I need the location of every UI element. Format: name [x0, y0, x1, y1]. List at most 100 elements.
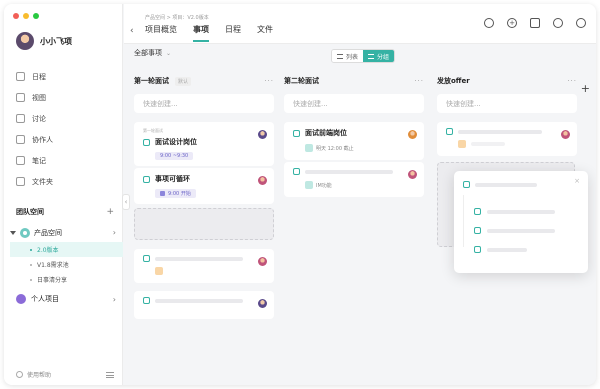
task-card[interactable]: 事项可循环 9:00 开始 — [134, 168, 274, 204]
space-product[interactable]: 产品空间 › — [10, 224, 116, 241]
placeholder-line — [458, 129, 542, 134]
quick-create-input[interactable]: 快速创建... — [437, 94, 577, 113]
discussion-icon — [16, 114, 25, 123]
task-card[interactable] — [134, 291, 274, 319]
filter-dropdown[interactable]: 全部事项 ⌄ — [134, 48, 171, 58]
tab-schedule[interactable]: 日程 — [225, 24, 241, 42]
placeholder-line — [305, 169, 393, 174]
window-controls — [13, 13, 39, 19]
folder-icon — [16, 177, 25, 186]
task-card[interactable] — [437, 122, 577, 156]
task-checkbox[interactable] — [293, 168, 300, 175]
view-toggle: 列表 分组 — [331, 49, 396, 63]
dragging-card-preview[interactable]: × — [454, 171, 588, 273]
quick-create-input[interactable]: 快速创建... — [134, 94, 274, 113]
tab-bar: 项目概览 事项 日程 文件 — [145, 24, 273, 42]
menu-icon[interactable] — [106, 371, 114, 378]
assignee-avatar[interactable] — [258, 130, 267, 139]
task-checkbox[interactable] — [143, 255, 150, 262]
column-title: 第二轮面试 — [284, 77, 319, 85]
help-icon — [16, 371, 23, 378]
view-icon — [16, 93, 25, 102]
project-item-v18[interactable]: V1.8需求池 — [10, 257, 123, 272]
view-list-button[interactable]: 列表 — [332, 50, 364, 62]
task-checkbox[interactable] — [446, 128, 453, 135]
assignee-avatar[interactable] — [258, 257, 267, 266]
project-list: 2.0版本 V1.8需求池 日事清分享 — [10, 242, 123, 287]
minimize-window-button[interactable] — [23, 13, 29, 19]
chevron-right-icon[interactable]: › — [113, 228, 116, 237]
more-icon[interactable]: ··· — [264, 77, 274, 85]
task-checkbox[interactable] — [143, 297, 150, 304]
sidebar-item-notes[interactable]: 笔记 — [16, 150, 116, 171]
chevron-right-icon[interactable]: › — [113, 295, 116, 304]
task-checkbox[interactable] — [143, 138, 150, 146]
assignee-avatar[interactable] — [258, 176, 267, 185]
column-title: 发放offer — [437, 77, 470, 85]
assignee-avatar[interactable] — [258, 299, 267, 308]
sidebar-footer: 使用帮助 — [16, 370, 114, 379]
placeholder-line — [475, 182, 537, 187]
maximize-window-button[interactable] — [33, 13, 39, 19]
add-column-icon[interactable]: + — [581, 82, 590, 95]
assignee-avatar[interactable] — [561, 130, 570, 139]
card-label: IM功能 — [316, 182, 332, 189]
subtask-checkbox[interactable] — [474, 246, 481, 253]
placeholder-line — [487, 228, 555, 233]
task-checkbox[interactable] — [143, 175, 150, 183]
task-checkbox[interactable] — [463, 181, 470, 188]
top-actions: + — [484, 18, 586, 28]
project-item-v2[interactable]: 2.0版本 — [10, 242, 123, 257]
card-time: 9:00 开始 — [168, 191, 191, 197]
project-label: V1.8需求池 — [37, 262, 69, 269]
note-icon — [16, 156, 25, 165]
time-chip: 9:00 开始 — [155, 189, 196, 198]
breadcrumb[interactable]: 产品空间 > 项目：V2.0版本 — [145, 14, 209, 21]
card-time: 明天 12:00 截止 — [316, 145, 354, 152]
subtask-checkbox[interactable] — [474, 227, 481, 234]
sidebar-item-view[interactable]: 视图 — [16, 87, 116, 108]
team-space-title: 团队空间 — [16, 208, 44, 216]
personal-projects[interactable]: 个人项目 › — [16, 294, 116, 304]
add-space-icon[interactable]: + — [106, 207, 114, 217]
task-card[interactable] — [134, 249, 274, 283]
tab-files[interactable]: 文件 — [257, 24, 273, 42]
settings-icon[interactable] — [576, 18, 586, 28]
task-card[interactable]: IM功能 — [284, 162, 424, 197]
more-icon[interactable]: ··· — [414, 77, 424, 85]
assignee-avatar[interactable] — [408, 130, 417, 139]
task-checkbox[interactable] — [293, 129, 300, 137]
task-card[interactable]: 第一轮面试 面试设计岗位 9:00 ~9:30 — [134, 122, 274, 166]
bullet-icon — [30, 263, 32, 266]
member-icon[interactable] — [553, 18, 563, 28]
view-group-button[interactable]: 分组 — [363, 50, 395, 62]
tab-items[interactable]: 事项 — [193, 24, 209, 42]
task-card[interactable]: 面试前端岗位 明天 12:00 截止 — [284, 122, 424, 160]
group-icon — [368, 53, 375, 59]
search-icon[interactable] — [484, 18, 494, 28]
add-icon[interactable]: + — [507, 18, 517, 28]
kanban-column: 第二轮面试 ··· 快速创建... 面试前端岗位 明天 12:00 截止 IM功… — [284, 74, 424, 274]
subtask-checkbox[interactable] — [474, 208, 481, 215]
column-header: 发放offer ··· — [437, 74, 577, 88]
user-profile[interactable]: 小小飞项 — [16, 32, 72, 50]
assignee-avatar[interactable] — [408, 170, 417, 179]
caret-down-icon[interactable] — [10, 230, 16, 235]
space-icon — [20, 227, 30, 238]
sidebar-item-discussion[interactable]: 讨论 — [16, 108, 116, 129]
quick-create-input[interactable]: 快速创建... — [284, 94, 424, 113]
tab-overview[interactable]: 项目概览 — [145, 24, 177, 42]
message-icon[interactable] — [530, 18, 540, 28]
more-icon[interactable]: ··· — [567, 77, 577, 85]
card-breadcrumb: 第一轮面试 — [143, 128, 163, 133]
main-area: ‹ 产品空间 > 项目：V2.0版本 项目概览 事项 日程 文件 + 全部事项 … — [124, 4, 596, 385]
sidebar-item-schedule[interactable]: 日程 — [16, 66, 116, 87]
close-window-button[interactable] — [13, 13, 19, 19]
sidebar-item-collaborators[interactable]: 协作人 — [16, 129, 116, 150]
project-item-share[interactable]: 日事清分享 — [10, 272, 123, 287]
help-link[interactable]: 使用帮助 — [16, 370, 51, 379]
close-icon[interactable]: × — [574, 177, 580, 185]
chevron-down-icon: ⌄ — [166, 49, 172, 57]
back-icon[interactable]: ‹ — [130, 26, 134, 36]
sidebar-item-folder[interactable]: 文件夹 — [16, 171, 116, 192]
